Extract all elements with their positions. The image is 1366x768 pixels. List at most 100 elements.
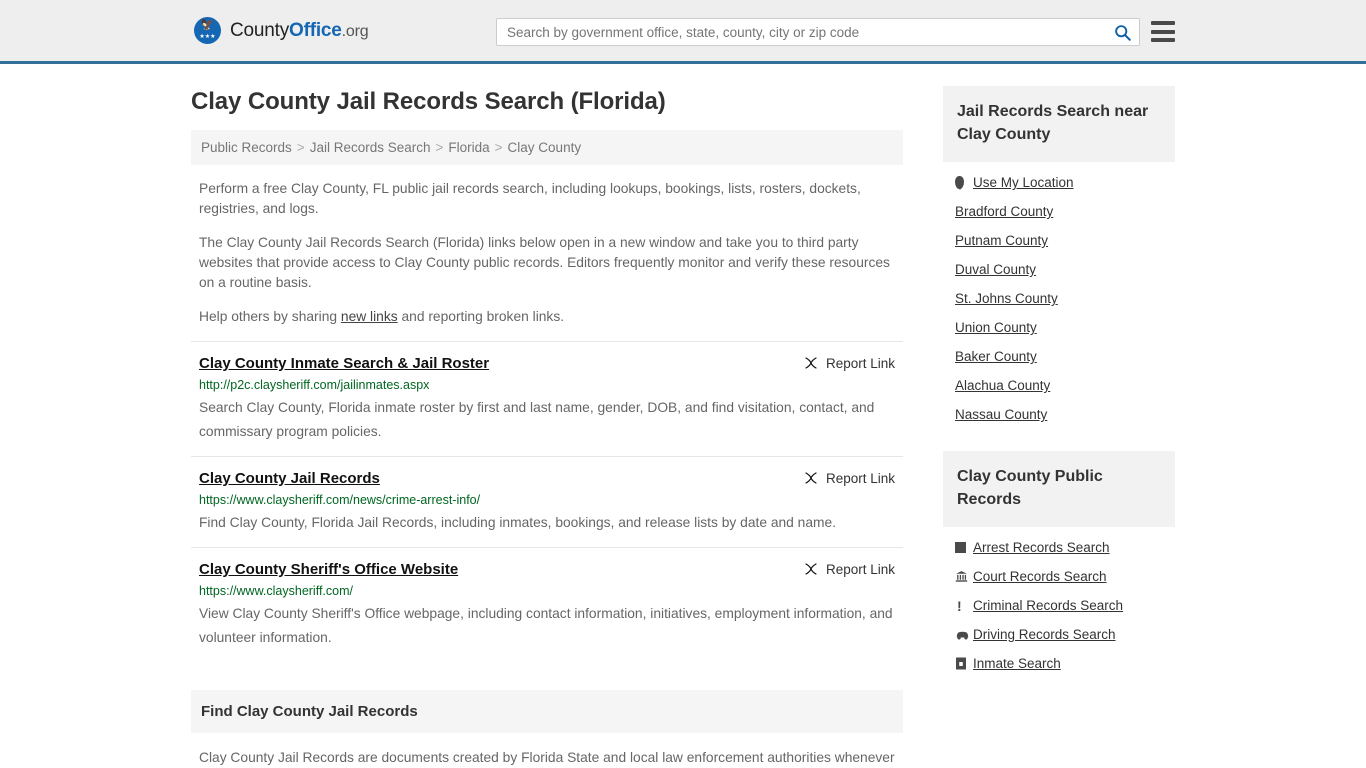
sidebar-link-label[interactable]: Inmate Search <box>973 656 1061 671</box>
sidebar-link-label[interactable]: St. Johns County <box>955 291 1058 306</box>
report-link-button[interactable]: Report Link <box>803 469 895 486</box>
search-button[interactable] <box>1105 19 1139 45</box>
report-link-label: Report Link <box>825 561 895 577</box>
report-link-label: Report Link <box>825 355 895 371</box>
result-title-link[interactable]: Clay County Jail Records <box>199 469 380 489</box>
find-records-section-header: Find Clay County Jail Records <box>191 690 903 733</box>
sidebar-link-label[interactable]: Criminal Records Search <box>973 598 1123 613</box>
result-row: Clay County Inmate Search & Jail Roster … <box>191 341 903 456</box>
sidebar-item-st-johns-county[interactable]: St. Johns County <box>943 284 1175 313</box>
broken-link-icon <box>805 563 817 575</box>
sidebar-link-label[interactable]: Nassau County <box>955 407 1047 422</box>
sidebar-item-bradford-county[interactable]: Bradford County <box>943 197 1175 226</box>
sidebar-item-driving-records-search[interactable]: Driving Records Search <box>943 620 1175 649</box>
intro-paragraph-2: The Clay County Jail Records Search (Flo… <box>199 235 890 290</box>
stars-glyph: ★★★ <box>199 34 216 40</box>
breadcrumb: Public Records > Jail Records Search > Flori… <box>191 130 903 165</box>
help-text-after: and reporting broken links. <box>397 309 565 324</box>
search-icon <box>1114 24 1131 41</box>
hamburger-bar-3 <box>1151 38 1175 42</box>
result-title-link[interactable]: Clay County Inmate Search & Jail Roster <box>199 354 489 374</box>
sidebar-link-label[interactable]: Alachua County <box>955 378 1050 393</box>
sidebar-link-label[interactable]: Baker County <box>955 349 1037 364</box>
sidebar-item-alachua-county[interactable]: Alachua County <box>943 371 1175 400</box>
result-header: Clay County Jail Records Report Link <box>199 469 895 489</box>
breadcrumb-item-florida[interactable]: Florida <box>448 140 489 155</box>
result-url: http://p2c.claysheriff.com/jailinmates.a… <box>199 378 430 392</box>
intro-paragraph-1: Perform a free Clay County, FL public ja… <box>199 181 861 216</box>
sidebar-public-records-list: Arrest Records Search Court Records Sear… <box>943 527 1175 678</box>
brand-part-1: County <box>230 19 290 41</box>
eagle-shield-logo-icon: 🦅 ★★★ <box>194 17 221 44</box>
site-logo-link[interactable]: 🦅 ★★★ CountyOffice.org <box>194 17 369 44</box>
sidebar-item-baker-county[interactable]: Baker County <box>943 342 1175 371</box>
sidebar-item-union-county[interactable]: Union County <box>943 313 1175 342</box>
main-column: Clay County Jail Records Search (Florida… <box>191 64 903 768</box>
help-text-before: Help others by sharing <box>199 309 341 324</box>
site-header: 🦅 ★★★ CountyOffice.org <box>0 0 1366 64</box>
broken-link-icon <box>805 357 817 369</box>
sidebar-link-label[interactable]: Arrest Records Search <box>973 540 1110 555</box>
hamburger-bar-2 <box>1151 29 1175 34</box>
result-url: https://www.claysheriff.com/news/crime-a… <box>199 493 481 507</box>
hamburger-bar-1 <box>1151 21 1175 25</box>
search-input[interactable] <box>497 19 1105 45</box>
sidebar-link-label[interactable]: Bradford County <box>955 204 1053 219</box>
content-container: Clay County Jail Records Search (Florida… <box>191 64 1175 768</box>
page-body: Clay County Jail Records Search (Florida… <box>0 64 1366 768</box>
sidebar-link-label[interactable]: Putnam County <box>955 233 1048 248</box>
new-links-link[interactable]: new links <box>341 309 398 324</box>
sidebar-item-nassau-county[interactable]: Nassau County <box>943 400 1175 429</box>
sidebar-item-duval-county[interactable]: Duval County <box>943 255 1175 284</box>
sidebar-item-arrest-records-search[interactable]: Arrest Records Search <box>943 533 1175 562</box>
brand-wordmark: CountyOffice.org <box>230 19 369 42</box>
result-header: Clay County Sheriff's Office Website Rep… <box>199 560 895 580</box>
courthouse-icon <box>955 570 973 583</box>
sidebar-link-label[interactable]: Court Records Search <box>973 569 1107 584</box>
sidebar-item-use-my-location[interactable]: Use My Location <box>943 168 1175 197</box>
location-pin-icon <box>955 176 973 189</box>
breadcrumb-separator: > <box>494 140 503 155</box>
search-bar <box>496 18 1140 46</box>
sidebar-item-putnam-county[interactable]: Putnam County <box>943 226 1175 255</box>
broken-link-icon <box>805 472 817 484</box>
sidebar-item-court-records-search[interactable]: Court Records Search <box>943 562 1175 591</box>
result-row: Clay County Jail Records Report Link htt… <box>191 456 903 547</box>
breadcrumb-separator: > <box>435 140 444 155</box>
result-description: View Clay County Sheriff's Office webpag… <box>199 606 893 645</box>
sidebar: Jail Records Search near Clay County Use… <box>943 64 1175 678</box>
find-records-paragraph: Clay County Jail Records are documents c… <box>199 750 895 765</box>
sidebar-link-label[interactable]: Driving Records Search <box>973 627 1116 642</box>
report-link-button[interactable]: Report Link <box>803 560 895 577</box>
breadcrumb-item-jail-records-search[interactable]: Jail Records Search <box>310 140 431 155</box>
jail-icon <box>955 657 973 670</box>
sidebar-public-records-heading-box: Clay County Public Records <box>943 451 1175 527</box>
square-icon <box>955 542 973 553</box>
sidebar-near-heading: Jail Records Search near Clay County <box>957 103 1149 143</box>
result-url: https://www.claysheriff.com/ <box>199 584 353 598</box>
result-description: Find Clay County, Florida Jail Records, … <box>199 515 837 530</box>
sidebar-link-label[interactable]: Union County <box>955 320 1037 335</box>
find-records-heading: Find Clay County Jail Records <box>201 703 418 720</box>
breadcrumb-item-clay-county[interactable]: Clay County <box>508 140 582 155</box>
page-title: Clay County Jail Records Search (Florida… <box>191 88 666 115</box>
sidebar-item-criminal-records-search[interactable]: ! Criminal Records Search <box>943 591 1175 620</box>
sidebar-link-label[interactable]: Use My Location <box>973 175 1074 190</box>
sidebar-link-label[interactable]: Duval County <box>955 262 1036 277</box>
sidebar-near-list: Use My Location Bradford County Putnam C… <box>943 162 1175 429</box>
brand-tld: .org <box>341 22 369 40</box>
report-link-button[interactable]: Report Link <box>803 354 895 371</box>
help-share-paragraph: Help others by sharing new links and rep… <box>191 307 903 327</box>
sidebar-item-inmate-search[interactable]: Inmate Search <box>943 649 1175 678</box>
hamburger-menu-icon[interactable] <box>1151 21 1175 42</box>
eagle-glyph: 🦅 <box>200 19 215 31</box>
breadcrumb-item-public-records[interactable]: Public Records <box>201 140 292 155</box>
sidebar-public-records-heading: Clay County Public Records <box>957 468 1103 508</box>
result-description: Search Clay County, Florida inmate roste… <box>199 400 875 439</box>
result-header: Clay County Inmate Search & Jail Roster … <box>199 354 895 374</box>
report-link-label: Report Link <box>825 470 895 486</box>
car-icon <box>955 629 973 641</box>
brand-part-2: Office <box>289 19 342 41</box>
result-title-link[interactable]: Clay County Sheriff's Office Website <box>199 560 458 580</box>
result-row: Clay County Sheriff's Office Website Rep… <box>191 547 903 662</box>
